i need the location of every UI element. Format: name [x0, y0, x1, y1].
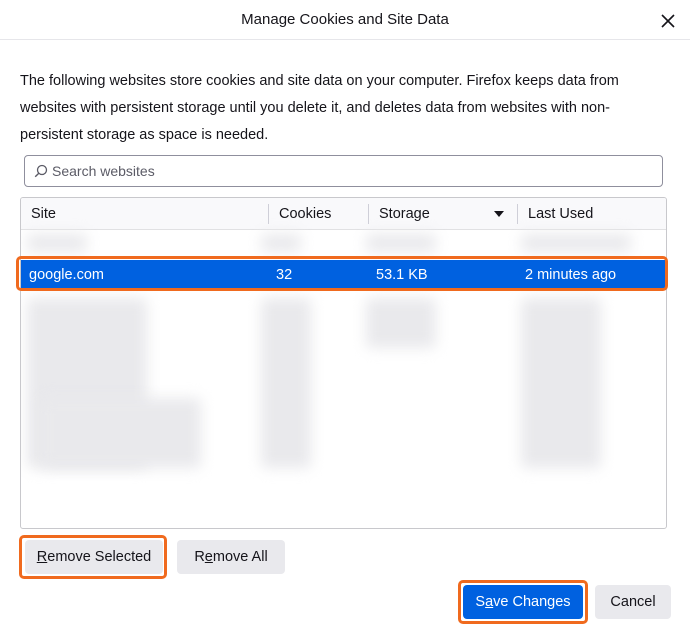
cell-last-used: 2 minutes ago [525, 267, 617, 283]
remove-selected-button[interactable]: Remove Selected [25, 540, 163, 574]
blurred-row-content [261, 234, 301, 252]
blurred-row-content [27, 234, 87, 252]
cancel-button[interactable]: Cancel [595, 585, 671, 619]
dialog-description: The following websites store cookies and… [20, 73, 619, 143]
site-data-table: Site Cookies Storage Last Used google.co… [20, 197, 667, 529]
dialog-titlebar: Manage Cookies and Site Data [0, 0, 690, 40]
table-row-selected[interactable]: google.com 32 53.1 KB 2 minutes ago [21, 260, 666, 290]
close-icon [661, 14, 675, 28]
blurred-row-content [366, 298, 436, 348]
column-separator [517, 204, 518, 224]
column-header-storage[interactable]: Storage [379, 198, 509, 229]
blurred-row-content [41, 398, 201, 468]
column-header-site[interactable]: Site [31, 198, 266, 229]
blurred-row-content [366, 234, 436, 252]
cell-storage: 53.1 KB [376, 267, 428, 283]
button-label: emove Selected [47, 549, 152, 565]
blurred-row-content [521, 234, 631, 252]
column-separator [368, 204, 369, 224]
remove-all-button[interactable]: Re move All [177, 540, 285, 574]
search-icon [34, 164, 48, 178]
dialog-title: Manage Cookies and Site Data [241, 11, 449, 28]
close-button[interactable] [658, 11, 678, 31]
search-input[interactable] [52, 163, 632, 179]
save-changes-button[interactable]: Sa ve Changes [463, 585, 583, 619]
cell-site: google.com [29, 267, 104, 283]
button-label: move All [212, 549, 268, 565]
button-label-pre: S [475, 594, 486, 610]
column-header-last-used[interactable]: Last Used [528, 198, 658, 229]
column-separator [268, 204, 269, 224]
column-header-cookies[interactable]: Cookies [279, 198, 364, 229]
blurred-row-content [521, 298, 601, 468]
accesskey-letter: a [485, 594, 494, 610]
accesskey-letter: R [36, 549, 48, 565]
accesskey-letter: e [204, 549, 213, 565]
blurred-row-content [261, 298, 311, 468]
button-label-pre: R [194, 549, 205, 565]
cell-cookies: 32 [276, 267, 293, 283]
button-label: ve Changes [493, 594, 571, 610]
sort-descending-icon [494, 211, 504, 217]
search-box[interactable] [24, 155, 663, 187]
table-header: Site Cookies Storage Last Used [21, 198, 666, 230]
